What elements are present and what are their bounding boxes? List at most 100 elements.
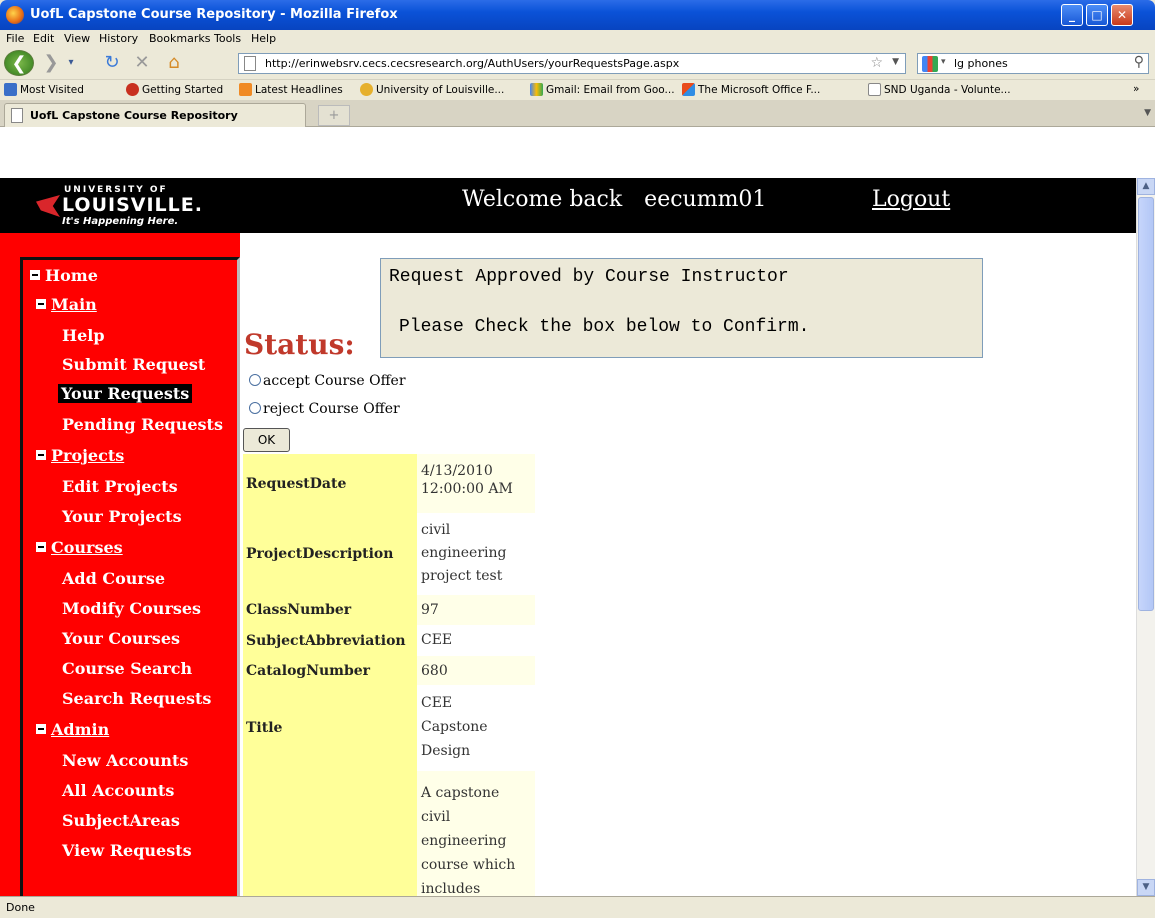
tab-uofl-capstone[interactable]: UofL Capstone Course Repository — [4, 103, 306, 128]
history-dropdown-icon[interactable]: ▾ — [64, 51, 78, 75]
most-visited-icon — [4, 83, 17, 96]
sidebar-item-main[interactable]: Main — [36, 295, 97, 314]
bookmark-microsoft-office[interactable]: The Microsoft Office F... — [682, 83, 820, 96]
sidebar-item-all-accounts[interactable]: All Accounts — [62, 781, 174, 800]
bookmarks-overflow-icon[interactable]: » — [1133, 83, 1139, 95]
detail-value: CEE — [417, 625, 535, 656]
welcome-message: Welcome back eecumm01 — [462, 187, 766, 212]
welcome-text: Welcome back — [462, 187, 623, 212]
bookmark-latest-headlines[interactable]: Latest Headlines — [239, 83, 343, 96]
bookmark-most-visited[interactable]: Most Visited — [4, 83, 84, 96]
getting-started-icon — [126, 83, 139, 96]
status-text: Done — [6, 901, 35, 914]
menu-tools[interactable]: Tools — [214, 32, 241, 45]
bookmark-label: University of Louisville... — [376, 84, 505, 96]
logo-tagline: It's Happening Here. — [62, 216, 179, 227]
sidebar-item-view-requests[interactable]: View Requests — [62, 841, 192, 860]
sidebar-item-add-course[interactable]: Add Course — [62, 569, 165, 588]
scroll-up-icon[interactable]: ▲ — [1137, 178, 1155, 195]
sidebar-item-search-requests[interactable]: Search Requests — [62, 689, 211, 708]
bookmark-university-of-louisville[interactable]: University of Louisville... — [360, 83, 504, 96]
table-row: CatalogNumber 680 — [243, 656, 535, 685]
sidebar-top-strip — [0, 233, 240, 257]
bookmarks-toolbar: Most Visited Getting Started Latest Head… — [0, 79, 1155, 99]
search-bar[interactable]: ▾ lg phones ⚲ — [917, 53, 1149, 74]
collapse-toggle-icon[interactable] — [36, 299, 46, 309]
search-engine-dropdown-icon[interactable]: ▾ — [941, 57, 946, 67]
detail-value: 4/13/2010 12:00:00 AM — [417, 454, 535, 513]
collapse-toggle-icon[interactable] — [36, 542, 46, 552]
accept-offer-option[interactable]: accept Course Offer — [249, 373, 406, 389]
maximize-button[interactable]: □ — [1086, 4, 1108, 26]
url-dropdown-icon[interactable]: ▼ — [892, 57, 899, 67]
close-button[interactable]: ✕ — [1111, 4, 1133, 26]
sidebar-item-submit-request[interactable]: Submit Request — [62, 355, 205, 374]
reload-icon[interactable]: ↻ — [100, 51, 124, 75]
collapse-toggle-icon[interactable] — [36, 450, 46, 460]
accept-radio[interactable] — [249, 374, 261, 386]
scrollbar-thumb[interactable] — [1138, 197, 1154, 611]
sidebar-item-pending-requests[interactable]: Pending Requests — [62, 415, 223, 434]
sidebar-item-projects[interactable]: Projects — [36, 446, 124, 465]
bookmark-snd-uganda[interactable]: SND Uganda - Volunte... — [868, 83, 1011, 96]
menu-edit[interactable]: Edit — [33, 32, 54, 45]
new-tab-button[interactable]: + — [318, 105, 350, 126]
scroll-down-icon[interactable]: ▼ — [1137, 879, 1155, 896]
minimize-button[interactable]: _ — [1061, 4, 1083, 26]
sidebar-item-new-accounts[interactable]: New Accounts — [62, 751, 188, 770]
menu-bookmarks[interactable]: Bookmarks — [149, 32, 210, 45]
sidebar-item-your-projects[interactable]: Your Projects — [62, 507, 182, 526]
vertical-scrollbar[interactable]: ▲ ▼ — [1136, 178, 1155, 896]
search-magnifier-icon[interactable]: ⚲ — [1134, 54, 1144, 70]
approval-message-box: Request Approved by Course Instructor Pl… — [380, 258, 983, 358]
bookmark-star-icon[interactable]: ☆ — [870, 55, 883, 71]
bookmark-getting-started[interactable]: Getting Started — [126, 83, 223, 96]
stop-icon[interactable]: ✕ — [130, 51, 154, 75]
menu-file[interactable]: File — [6, 32, 24, 45]
collapse-toggle-icon[interactable] — [30, 270, 40, 280]
sidebar-item-home[interactable]: Home — [30, 266, 98, 285]
username: eecumm01 — [644, 187, 767, 212]
forward-button[interactable]: ❯ — [40, 51, 62, 75]
table-row: ProjectDescription civil engineering pro… — [243, 513, 535, 595]
google-icon — [530, 83, 543, 96]
bookmark-label: Getting Started — [142, 84, 224, 96]
sidebar-item-your-courses[interactable]: Your Courses — [62, 629, 180, 648]
accept-radio-label: accept Course Offer — [263, 373, 406, 389]
sidebar-item-courses[interactable]: Courses — [36, 538, 123, 557]
logout-link[interactable]: Logout — [872, 187, 950, 212]
menu-history[interactable]: History — [99, 32, 138, 45]
rss-icon — [239, 83, 252, 96]
university-logo[interactable]: UNIVERSITY OF LOUISVILLE. It's Happening… — [36, 185, 216, 229]
home-icon[interactable]: ⌂ — [162, 51, 186, 75]
url-bar[interactable]: http://erinwebsrv.cecs.cecsresearch.org/… — [238, 53, 906, 74]
reject-offer-option[interactable]: reject Course Offer — [249, 401, 400, 417]
back-button[interactable]: ❮ — [4, 50, 34, 76]
bookmark-gmail[interactable]: Gmail: Email from Goo... — [530, 83, 675, 96]
sidebar-item-subject-areas[interactable]: SubjectAreas — [62, 811, 180, 830]
menu-help[interactable]: Help — [251, 32, 276, 45]
message-line-1: Request Approved by Course Instructor — [389, 267, 789, 287]
sidebar-item-modify-courses[interactable]: Modify Courses — [62, 599, 201, 618]
menu-view[interactable]: View — [64, 32, 90, 45]
sidebar-item-label: Courses — [51, 538, 123, 557]
tab-bar: UofL Capstone Course Repository + ▼ — [0, 100, 1155, 128]
sidebar-item-edit-projects[interactable]: Edit Projects — [62, 477, 178, 496]
page-viewport: UNIVERSITY OF LOUISVILLE. It's Happening… — [0, 178, 1136, 896]
google-icon[interactable] — [922, 56, 938, 72]
ok-button[interactable]: OK — [243, 428, 290, 452]
content-top-margin — [0, 127, 1155, 178]
tab-list-dropdown-icon[interactable]: ▼ — [1144, 108, 1151, 118]
reject-radio[interactable] — [249, 402, 261, 414]
sidebar-item-label: Admin — [51, 720, 110, 739]
sidebar-item-course-search[interactable]: Course Search — [62, 659, 192, 678]
detail-value: 680 — [417, 656, 535, 685]
sidebar-item-help[interactable]: Help — [62, 326, 105, 345]
collapse-toggle-icon[interactable] — [36, 724, 46, 734]
status-bar: Done — [0, 896, 1155, 918]
search-input[interactable]: lg phones — [954, 57, 1008, 70]
page-header: UNIVERSITY OF LOUISVILLE. It's Happening… — [0, 178, 1136, 233]
sidebar-item-admin[interactable]: Admin — [36, 720, 109, 739]
sidebar-item-label: Projects — [51, 446, 125, 465]
sidebar-item-your-requests[interactable]: Your Requests — [58, 384, 193, 403]
